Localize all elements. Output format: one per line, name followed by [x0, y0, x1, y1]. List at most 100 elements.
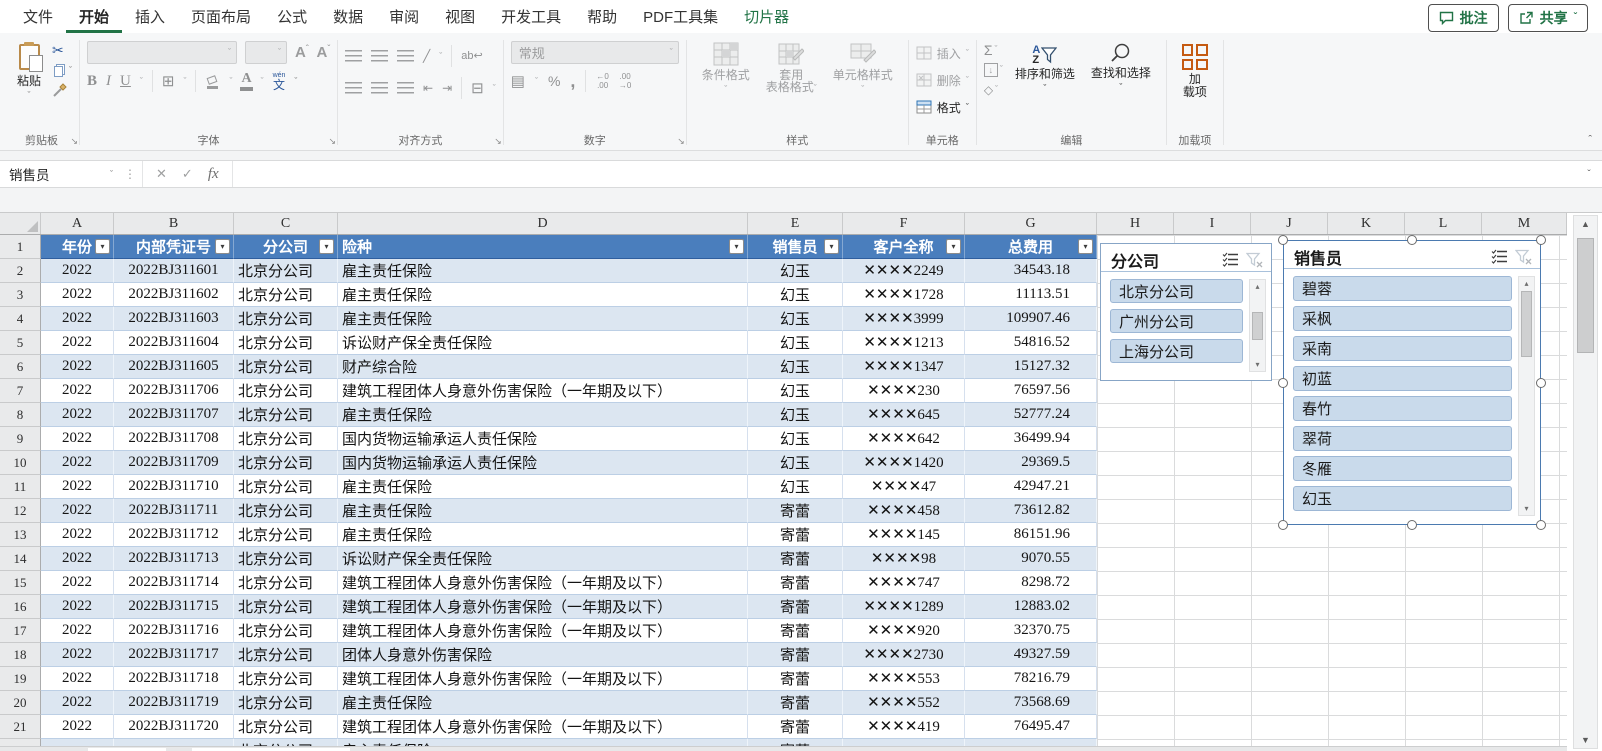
cell-E2[interactable]: 幻玉: [748, 259, 843, 283]
cell-A18[interactable]: 2022: [41, 643, 114, 667]
cell-B4[interactable]: 2022BJ311603: [114, 307, 234, 331]
cell-A5[interactable]: 2022: [41, 331, 114, 355]
cell-G19[interactable]: 78216.79: [965, 667, 1097, 691]
cell-B13[interactable]: 2022BJ311712: [114, 523, 234, 547]
cell-D4[interactable]: 雇主责任保险: [338, 307, 748, 331]
collapse-ribbon-icon[interactable]: ˆ: [1588, 134, 1592, 146]
cell-F4[interactable]: ✕✕✕✕3999: [843, 307, 965, 331]
paste-dropdown-icon[interactable]: ˇ: [28, 91, 31, 100]
cell-A19[interactable]: 2022: [41, 667, 114, 691]
cell-G13[interactable]: 86151.96: [965, 523, 1097, 547]
scroll-thumb[interactable]: [1577, 238, 1594, 353]
cell-C3[interactable]: 北京分公司: [234, 283, 338, 307]
cell-F6[interactable]: ✕✕✕✕1347: [843, 355, 965, 379]
table-header-G[interactable]: 总费用▾: [965, 235, 1097, 259]
cell-D21[interactable]: 建筑工程团体人身意外伤害保险（一年期及以下）: [338, 715, 748, 739]
cell-A11[interactable]: 2022: [41, 475, 114, 499]
format-cells-button[interactable]: 格式ˇ: [916, 94, 969, 120]
row-header-13[interactable]: 13: [0, 523, 41, 547]
cell-E19[interactable]: 寄蕾: [748, 667, 843, 691]
cell-A7[interactable]: 2022: [41, 379, 114, 403]
table-header-D[interactable]: 险种▾: [338, 235, 748, 259]
table-header-A[interactable]: 年份▾: [41, 235, 114, 259]
cell-D7[interactable]: 建筑工程团体人身意外伤害保险（一年期及以下）: [338, 379, 748, 403]
cell-C8[interactable]: 北京分公司: [234, 403, 338, 427]
format-painter-button[interactable]: [52, 83, 72, 98]
cell-D20[interactable]: 雇主责任保险: [338, 691, 748, 715]
clipboard-dialog-launcher-icon[interactable]: ↘: [70, 136, 78, 147]
cell-A21[interactable]: 2022: [41, 715, 114, 739]
cell-F18[interactable]: ✕✕✕✕2730: [843, 643, 965, 667]
cell-C5[interactable]: 北京分公司: [234, 331, 338, 355]
cell-E11[interactable]: 幻玉: [748, 475, 843, 499]
cell-A15[interactable]: 2022: [41, 571, 114, 595]
cell-C12[interactable]: 北京分公司: [234, 499, 338, 523]
scroll-down-icon[interactable]: ▾: [1519, 504, 1534, 513]
col-header-E[interactable]: E: [748, 213, 843, 234]
scroll-thumb[interactable]: [1252, 312, 1263, 340]
cell-E8[interactable]: 幻玉: [748, 403, 843, 427]
row-header-12[interactable]: 12: [0, 499, 41, 523]
cell-B16[interactable]: 2022BJ311715: [114, 595, 234, 619]
selection-handle[interactable]: [1536, 378, 1546, 388]
cell-G20[interactable]: 73568.69: [965, 691, 1097, 715]
cell-D13[interactable]: 雇主责任保险: [338, 523, 748, 547]
cell-G3[interactable]: 11113.51: [965, 283, 1097, 307]
cell-E21[interactable]: 寄蕾: [748, 715, 843, 739]
cell-G9[interactable]: 36499.94: [965, 427, 1097, 451]
cell-F10[interactable]: ✕✕✕✕1420: [843, 451, 965, 475]
col-header-J[interactable]: J: [1251, 213, 1328, 234]
cell-C7[interactable]: 北京分公司: [234, 379, 338, 403]
cell-A10[interactable]: 2022: [41, 451, 114, 475]
cell-C20[interactable]: 北京分公司: [234, 691, 338, 715]
selection-handle[interactable]: [1278, 235, 1288, 245]
filter-button-G[interactable]: ▾: [1078, 239, 1093, 254]
cell-G21[interactable]: 76495.47: [965, 715, 1097, 739]
tab-切片器[interactable]: 切片器: [731, 0, 802, 33]
cell-D16[interactable]: 建筑工程团体人身意外伤害保险（一年期及以下）: [338, 595, 748, 619]
cell-B8[interactable]: 2022BJ311707: [114, 403, 234, 427]
tab-页面布局[interactable]: 页面布局: [178, 0, 264, 33]
cell-C15[interactable]: 北京分公司: [234, 571, 338, 595]
col-header-H[interactable]: H: [1097, 213, 1174, 234]
cell-D10[interactable]: 国内货物运输承运人责任保险: [338, 451, 748, 475]
cell-D18[interactable]: 团体人身意外伤害保险: [338, 643, 748, 667]
cell-F15[interactable]: ✕✕✕✕747: [843, 571, 965, 595]
row-header-9[interactable]: 9: [0, 427, 41, 451]
slicer-branch-scrollbar[interactable]: ▴ ▾: [1249, 279, 1266, 372]
cell-G8[interactable]: 52777.24: [965, 403, 1097, 427]
cell-B15[interactable]: 2022BJ311714: [114, 571, 234, 595]
cell-C14[interactable]: 北京分公司: [234, 547, 338, 571]
cell-F2[interactable]: ✕✕✕✕2249: [843, 259, 965, 283]
cell-B14[interactable]: 2022BJ311713: [114, 547, 234, 571]
slicer-item-采枫[interactable]: 采枫: [1293, 306, 1512, 331]
slicer-item-北京分公司[interactable]: 北京分公司: [1110, 279, 1243, 303]
formula-input[interactable]: [233, 161, 1576, 187]
row-header-20[interactable]: 20: [0, 691, 41, 715]
cell-C4[interactable]: 北京分公司: [234, 307, 338, 331]
enter-button[interactable]: ✓: [182, 166, 193, 182]
tab-数据[interactable]: 数据: [320, 0, 376, 33]
col-header-G[interactable]: G: [965, 213, 1097, 234]
cell-A6[interactable]: 2022: [41, 355, 114, 379]
row-header-15[interactable]: 15: [0, 571, 41, 595]
name-box-resizer[interactable]: ⋮: [118, 161, 142, 187]
cell-E13[interactable]: 寄蕾: [748, 523, 843, 547]
cell-E9[interactable]: 幻玉: [748, 427, 843, 451]
cell-B2[interactable]: 2022BJ311601: [114, 259, 234, 283]
cell-D12[interactable]: 雇主责任保险: [338, 499, 748, 523]
filter-button-E[interactable]: ▾: [824, 239, 839, 254]
cell-F14[interactable]: ✕✕✕✕98: [843, 547, 965, 571]
cell-F13[interactable]: ✕✕✕✕145: [843, 523, 965, 547]
selection-handle[interactable]: [1536, 235, 1546, 245]
scroll-down-icon[interactable]: ▼: [1574, 735, 1597, 745]
scroll-up-icon[interactable]: ▴: [1250, 282, 1265, 291]
filter-button-D[interactable]: ▾: [729, 239, 744, 254]
cell-G11[interactable]: 42947.21: [965, 475, 1097, 499]
row-header-10[interactable]: 10: [0, 451, 41, 475]
cell-D11[interactable]: 雇主责任保险: [338, 475, 748, 499]
cell-E10[interactable]: 幻玉: [748, 451, 843, 475]
row-header-1[interactable]: 1: [0, 235, 41, 259]
number-dialog-launcher-icon[interactable]: ↘: [677, 136, 685, 147]
cell-E7[interactable]: 幻玉: [748, 379, 843, 403]
